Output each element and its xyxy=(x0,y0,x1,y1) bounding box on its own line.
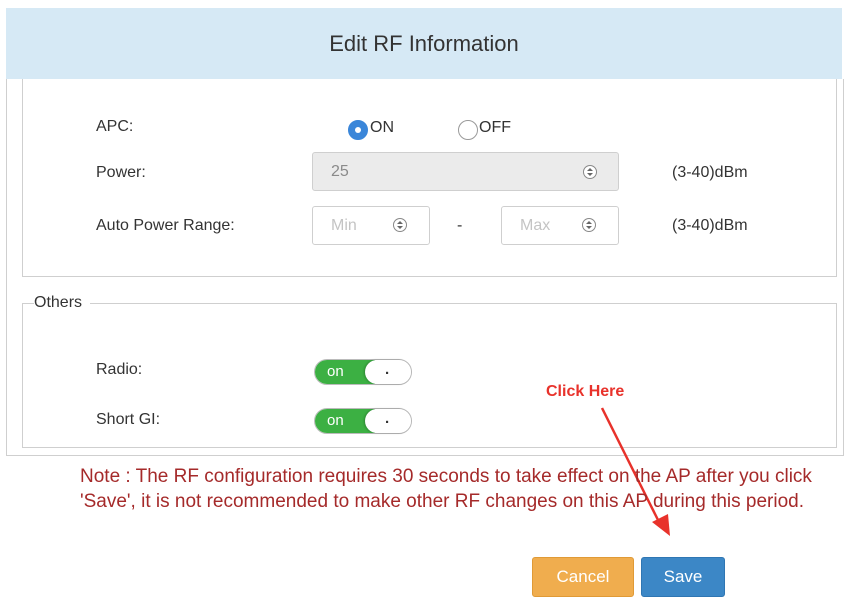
power-label: Power: xyxy=(96,164,146,181)
power-spinner-icon[interactable] xyxy=(583,165,597,179)
radio-label: Radio: xyxy=(96,361,143,378)
apc-label: APC: xyxy=(96,118,134,135)
others-legend: Others xyxy=(34,294,91,312)
short-gi-toggle-knob[interactable]: . xyxy=(365,409,411,433)
cancel-button[interactable]: Cancel xyxy=(532,557,634,597)
save-button[interactable]: Save xyxy=(641,557,725,597)
auto-power-min-input[interactable]: Min xyxy=(312,206,430,245)
note-text: Note : The RF configuration requires 30 … xyxy=(80,466,812,512)
auto-power-max-input[interactable]: Max xyxy=(501,206,619,245)
range-separator: - xyxy=(457,217,463,234)
max-spinner-icon[interactable] xyxy=(582,218,596,232)
radio-toggle-state: on xyxy=(327,363,344,380)
min-spinner-icon[interactable] xyxy=(393,218,407,232)
click-here-annotation: Click Here xyxy=(546,383,625,400)
auto-power-unit: (3-40)dBm xyxy=(672,217,748,234)
short-gi-toggle-state: on xyxy=(327,412,344,429)
short-gi-toggle[interactable]: on . xyxy=(314,408,412,434)
dialog-title: Edit RF Information xyxy=(6,8,842,79)
power-unit: (3-40)dBm xyxy=(672,164,748,181)
apc-on-radio[interactable] xyxy=(348,120,368,140)
power-value: 25 xyxy=(331,163,349,180)
apc-on-label[interactable]: ON xyxy=(370,119,394,137)
apc-off-radio[interactable] xyxy=(458,120,478,140)
short-gi-label: Short GI: xyxy=(96,411,161,428)
radio-toggle-knob[interactable]: . xyxy=(365,360,411,384)
apc-off-label[interactable]: OFF xyxy=(479,119,511,137)
min-placeholder: Min xyxy=(331,217,357,234)
auto-power-range-label: Auto Power Range: xyxy=(96,217,235,234)
max-placeholder: Max xyxy=(520,217,551,234)
radio-toggle[interactable]: on . xyxy=(314,359,412,385)
power-input[interactable]: 25 xyxy=(312,152,619,191)
